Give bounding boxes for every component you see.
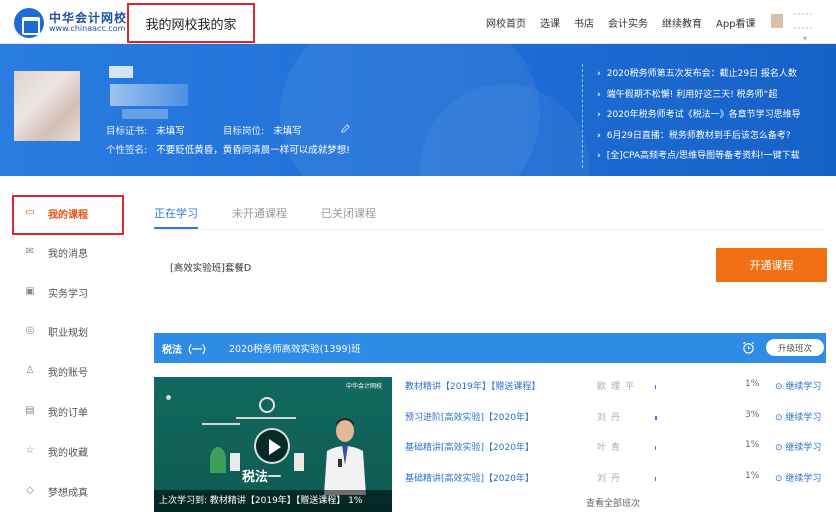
progress-bar bbox=[655, 446, 725, 450]
sidebar-item-messages[interactable]: ✉ 我的消息 bbox=[24, 242, 88, 262]
dream-icon: ◇ bbox=[26, 485, 34, 496]
tab-learning[interactable]: 正在学习 bbox=[154, 205, 198, 229]
teacher-name: 叶青 bbox=[597, 443, 626, 453]
lesson-name[interactable]: 预习进阶[高效实验]【2020年】 bbox=[405, 410, 534, 423]
clock-icon bbox=[259, 397, 275, 413]
progress-percent: 3% bbox=[745, 410, 760, 420]
username-blurred bbox=[109, 66, 133, 78]
sidebar-item-my-courses[interactable]: ▭ 我的课程 bbox=[24, 203, 88, 223]
nav-app[interactable]: App看课 bbox=[716, 15, 756, 30]
news-item[interactable]: [全]CPA高频考点/思维导图等备考资料!一键下载 bbox=[597, 146, 832, 167]
teacher-name: 欧理平 bbox=[597, 382, 640, 392]
news-item[interactable]: 端午假期不松懈! 利用好这三天! 税务师“超 bbox=[597, 85, 832, 106]
lamp-icon bbox=[202, 407, 240, 425]
profile-avatar[interactable] bbox=[14, 71, 80, 141]
view-all-classes-link[interactable]: 查看全部班次 bbox=[586, 496, 640, 509]
video-thumbnail[interactable]: 中华会计网校 税法一 上次学习到: 教材精讲【2019年】【赠送课程】 1% bbox=[154, 377, 392, 512]
top-bar: 中华会计网校 www.chinaacc.com 我的网校我的家 网校首页 选课 … bbox=[0, 0, 836, 44]
username-blurred bbox=[122, 109, 168, 119]
logo-url: www.chinaacc.com bbox=[49, 24, 126, 34]
user-avatar[interactable] bbox=[771, 14, 783, 28]
personal-signature: 个性签名: 不要贬低黄昏，黄昏同清晨一样可以成就梦想! bbox=[106, 145, 351, 156]
sidebar-item-orders[interactable]: ▤ 我的订单 bbox=[24, 401, 88, 421]
lesson-row: 基础精讲[高效实验]【2020年】 刘丹 1% ⊙ 继续学习 bbox=[405, 471, 830, 487]
progress-bar bbox=[655, 416, 725, 420]
continue-learning-link[interactable]: ⊙ 继续学习 bbox=[775, 410, 821, 423]
video-brand: 中华会计网校 bbox=[346, 383, 383, 390]
lesson-row: 预习进阶[高效实验]【2020年】 刘丹 3% ⊙ 继续学习 bbox=[405, 410, 830, 426]
last-studied: 上次学习到: 教材精讲【2019年】【赠送课程】 1% bbox=[154, 490, 392, 512]
teacher-name: 刘丹 bbox=[597, 413, 626, 423]
username-blurred bbox=[110, 84, 188, 106]
teacher-figure bbox=[324, 418, 366, 495]
lesson-name[interactable]: 基础精讲[高效实验]【2020年】 bbox=[405, 471, 534, 484]
sidebar-item-career[interactable]: ◎ 职业规划 bbox=[24, 321, 88, 341]
progress-percent: 1% bbox=[745, 379, 760, 389]
class-header: 税法（一） 2020税务师高效实验(1399)班 升级班次 bbox=[154, 333, 826, 363]
sidebar-item-account[interactable]: ♙ 我的账号 bbox=[24, 361, 88, 381]
class-name: 2020税务师高效实验(1399)班 bbox=[229, 344, 361, 355]
page: 中华会计网校 www.chinaacc.com 我的网校我的家 网校首页 选课 … bbox=[0, 0, 836, 512]
subject-name: 税法（一） bbox=[162, 345, 212, 356]
tab-not-opened[interactable]: 未开通课程 bbox=[232, 205, 287, 227]
upgrade-class-button[interactable]: 升级班次 bbox=[766, 339, 824, 356]
play-icon[interactable] bbox=[254, 428, 290, 464]
nav-home[interactable]: 网校首页 bbox=[486, 15, 526, 30]
progress-bar bbox=[655, 477, 725, 481]
top-nav: 网校首页 选课 书店 会计实务 继续教育 App看课 bbox=[486, 0, 770, 44]
book-icon: ▣ bbox=[25, 286, 35, 297]
video-title: 税法一 bbox=[242, 470, 282, 485]
compass-icon: ◎ bbox=[25, 325, 35, 336]
speaker-icon bbox=[294, 453, 304, 471]
sidebar-item-practice[interactable]: ▣ 实务学习 bbox=[24, 282, 88, 302]
nav-bookstore[interactable]: 书店 bbox=[574, 15, 594, 30]
speaker-icon bbox=[230, 453, 240, 471]
lesson-name[interactable]: 基础精讲[高效实验]【2020年】 bbox=[405, 440, 534, 453]
sidebar-item-dream[interactable]: ◇ 梦想成真 bbox=[24, 481, 88, 501]
tab-closed[interactable]: 已关闭课程 bbox=[321, 205, 376, 227]
divider bbox=[154, 229, 826, 230]
progress-bar bbox=[655, 385, 725, 389]
mail-icon: ✉ bbox=[25, 246, 35, 257]
continue-learning-link[interactable]: ⊙ 继续学习 bbox=[775, 471, 821, 484]
profile-banner: 目标证书: 未填写 目标岗位: 未填写 个性签名: 不要贬低黄昏，黄昏同清晨一样… bbox=[0, 44, 836, 176]
continue-learning-link[interactable]: ⊙ 继续学习 bbox=[775, 379, 821, 392]
lesson-name[interactable]: 教材精讲【2019年】【赠送课程】 bbox=[405, 379, 540, 392]
star-icon: ☆ bbox=[25, 445, 35, 456]
nav-courses[interactable]: 选课 bbox=[540, 15, 560, 30]
course-tabs: 正在学习 未开通课程 已关闭课程 bbox=[154, 205, 410, 229]
site-title: 我的网校我的家 bbox=[127, 3, 255, 43]
alarm-clock-icon[interactable] bbox=[742, 341, 755, 354]
user-icon: ♙ bbox=[25, 365, 35, 376]
news-list: 2020税务师第五次发布会：截止29日 报名人数 端午假期不松懈! 利用好这三天… bbox=[582, 64, 832, 168]
menu-icon[interactable] bbox=[794, 13, 812, 29]
nav-continuing-education[interactable]: 继续教育 bbox=[662, 15, 702, 30]
news-item[interactable]: 2020年税务师考试《税法一》各章节学习思维导 bbox=[597, 105, 832, 126]
lesson-row: 基础精讲[高效实验]【2020年】 叶青 1% ⊙ 继续学习 bbox=[405, 440, 830, 456]
teacher-name: 刘丹 bbox=[597, 474, 626, 484]
plant-icon bbox=[210, 447, 226, 473]
nav-accounting-practice[interactable]: 会计实务 bbox=[608, 15, 648, 30]
progress-percent: 1% bbox=[745, 471, 760, 481]
site-logo[interactable]: 中华会计网校 www.chinaacc.com bbox=[14, 8, 127, 38]
monitor-icon: ▭ bbox=[25, 207, 35, 218]
target-certificate: 目标证书: 未填写 bbox=[106, 126, 185, 137]
chevron-down-icon[interactable]: ▾ bbox=[803, 34, 807, 43]
order-icon: ▤ bbox=[25, 405, 35, 416]
package-name: [高效实验班]套餐D bbox=[170, 263, 252, 274]
logo-mark-icon bbox=[14, 8, 44, 38]
news-item[interactable]: 6月29日直播：税务师教材到手后该怎么备考? bbox=[597, 126, 832, 147]
news-item[interactable]: 2020税务师第五次发布会：截止29日 报名人数 bbox=[597, 64, 832, 85]
progress-percent: 1% bbox=[745, 440, 760, 450]
target-position: 目标岗位: 未填写 bbox=[223, 126, 302, 137]
continue-learning-link[interactable]: ⊙ 继续学习 bbox=[775, 440, 821, 453]
edit-icon[interactable] bbox=[340, 123, 351, 134]
lesson-row: 教材精讲【2019年】【赠送课程】 欧理平 1% ⊙ 继续学习 bbox=[405, 379, 830, 395]
sidebar-item-favorites[interactable]: ☆ 我的收藏 bbox=[24, 441, 88, 461]
open-course-button[interactable]: 开通课程 bbox=[716, 248, 827, 282]
